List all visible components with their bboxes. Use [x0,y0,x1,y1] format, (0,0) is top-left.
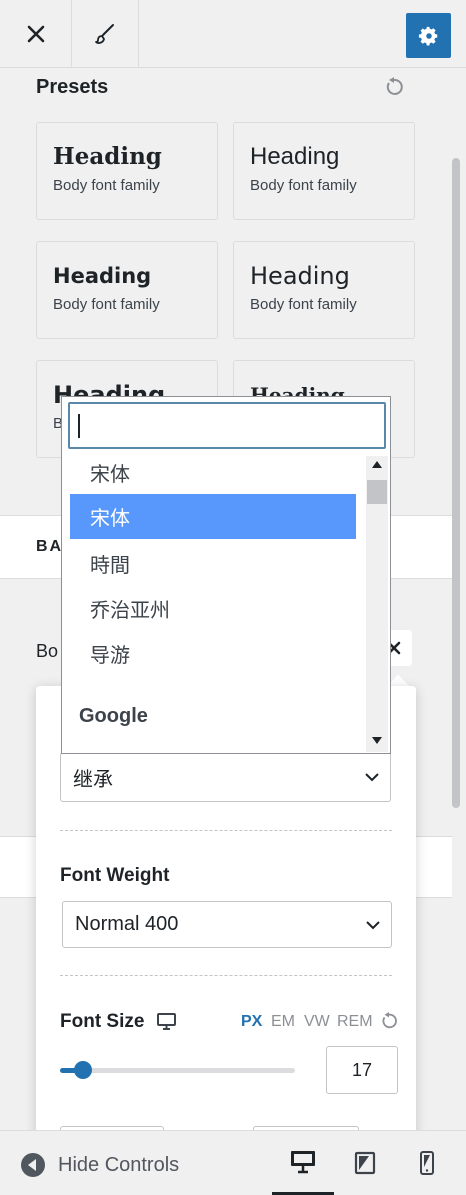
preset-heading: Heading [53,143,162,170]
unit-px[interactable]: PX [241,1013,262,1031]
preset-card[interactable]: Heading Body font family [233,122,415,220]
font-size-slider-thumb[interactable] [74,1061,93,1079]
footer-bar: Hide Controls [0,1130,466,1195]
preview-tablet-button[interactable] [334,1131,396,1195]
unit-em[interactable]: EM [271,1013,295,1031]
chevron-down-icon [365,773,379,782]
style-button[interactable] [72,0,139,68]
preset-body: Body font family [250,296,357,313]
font-weight-select[interactable]: Normal 400 [62,901,392,948]
panel-scrollbar[interactable] [452,158,460,808]
tablet-icon [354,1151,376,1175]
section-label: BA [36,538,64,555]
reset-icon[interactable] [380,1012,398,1030]
desktop-icon[interactable] [156,1012,178,1032]
unit-rem[interactable]: REM [337,1013,373,1031]
dropdown-scroll-thumb[interactable] [367,480,387,504]
preset-card[interactable]: Heading Body font family [233,241,415,339]
preset-body: Body font family [250,177,357,194]
font-option[interactable]: 時間 [70,541,356,586]
preset-body: Body font family [53,177,160,194]
preview-desktop-button[interactable] [272,1131,334,1195]
hide-controls-label: Hide Controls [58,1153,180,1176]
top-bar [0,0,466,68]
preset-heading: Heading [53,264,152,288]
preset-heading: Heading [250,262,350,290]
font-family-select[interactable]: 继承 [60,752,391,802]
divider [60,830,392,831]
preset-card[interactable]: Heading Body font family [36,241,218,339]
close-icon [27,25,44,43]
divider [60,975,392,976]
settings-button[interactable] [406,13,451,58]
preset-body: Body font family [53,296,160,313]
font-size-input[interactable]: 17 [326,1046,398,1094]
preset-card[interactable]: Heading Body font family [36,122,218,220]
gear-icon [418,26,437,45]
font-group-label: Google [79,705,148,727]
scroll-up-icon[interactable] [372,461,382,468]
font-family-value: 继承 [73,766,113,791]
reset-icon[interactable] [384,77,404,97]
hide-controls-button[interactable]: Hide Controls [20,1152,179,1178]
font-search-input[interactable] [68,402,386,449]
desktop-icon [291,1150,315,1173]
chevron-down-icon [366,920,380,929]
font-size-label: Font Size [60,1011,145,1032]
close-button[interactable] [0,0,72,68]
text-caret [78,414,80,438]
font-option-highlighted[interactable]: 宋体 [70,494,356,539]
unit-vw[interactable]: VW [304,1013,330,1031]
brush-icon [95,24,114,44]
preview-mobile-button[interactable] [396,1131,458,1195]
mobile-icon [420,1151,434,1175]
presets-title: Presets [36,76,109,98]
font-option[interactable]: 乔治亚州 [70,586,356,631]
font-weight-value: Normal 400 [75,913,179,935]
scroll-down-icon[interactable] [372,737,382,744]
preset-heading: Heading [250,143,340,170]
collapse-icon [21,1153,45,1177]
font-option[interactable]: 宋体 [70,450,356,495]
font-size-slider-track[interactable] [60,1068,295,1073]
font-option[interactable]: 导游 [70,631,356,676]
font-weight-label: Font Weight [60,865,170,886]
